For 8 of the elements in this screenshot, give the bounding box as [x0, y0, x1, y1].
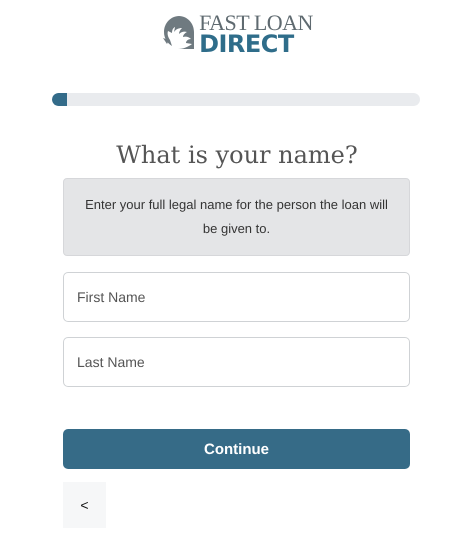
- info-notice: Enter your full legal name for the person the loan will be given to.: [63, 178, 410, 256]
- continue-button[interactable]: Continue: [63, 429, 410, 469]
- text-field[interactable]: Last Name: [63, 337, 410, 387]
- logo-text: DIRECT: [199, 33, 294, 55]
- page-heading: What is your name?: [115, 140, 359, 170]
- text-field[interactable]: First Name: [63, 272, 410, 322]
- back-button[interactable]: <: [63, 482, 106, 528]
- logo-text: FAST LOAN: [199, 13, 313, 33]
